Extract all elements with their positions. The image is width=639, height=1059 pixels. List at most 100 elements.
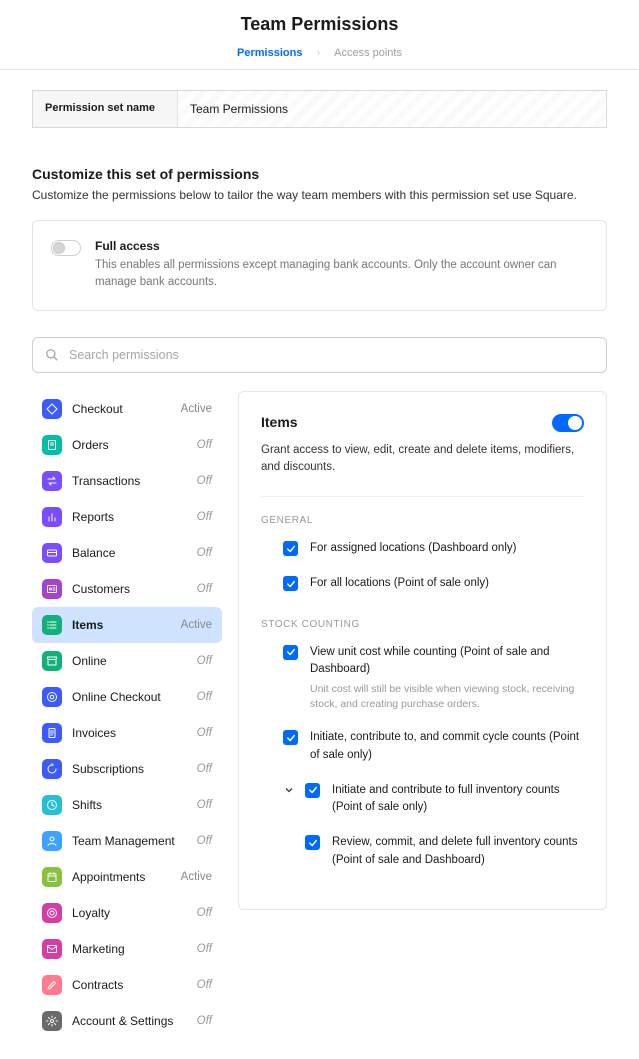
sidebar-item-label: Subscriptions [72, 762, 187, 776]
sidebar-item-label: Appointments [72, 870, 171, 884]
chevron-right-icon: › [316, 47, 320, 59]
full-access-card: Full access This enables all permissions… [32, 220, 607, 311]
sidebar-item-label: Team Management [72, 834, 187, 848]
permission-checkbox[interactable] [283, 645, 298, 660]
sidebar-item-items[interactable]: ItemsActive [32, 607, 222, 643]
sidebar-item-shifts[interactable]: Shifts Off [32, 787, 222, 823]
category-sidebar: CheckoutActiveOrdersOffTransactionsOffRe… [32, 391, 222, 1039]
sidebar-item-label: Reports [72, 510, 187, 524]
cal-icon [42, 867, 62, 887]
gear-icon [42, 1011, 62, 1031]
swap-icon [42, 471, 62, 491]
permission-checkbox[interactable] [283, 730, 298, 745]
sidebar-item-status: Off [197, 511, 212, 523]
sidebar-item-status: Off [197, 1015, 212, 1027]
mail-icon [42, 939, 62, 959]
sidebar-item-status: Off [197, 763, 212, 775]
sidebar-item-online-checkout[interactable]: Online CheckoutOff [32, 679, 222, 715]
search-input[interactable] [69, 348, 594, 362]
sidebar-item-status: Off [197, 583, 212, 595]
sidebar-item-label: Checkout [72, 402, 171, 416]
sidebar-item-balance[interactable]: BalanceOff [32, 535, 222, 571]
full-access-toggle[interactable] [51, 240, 81, 256]
permission-checkbox[interactable] [283, 576, 298, 591]
sidebar-item-status: Off [197, 691, 212, 703]
list-icon [42, 615, 62, 635]
customize-subtitle: Customize the permissions below to tailo… [32, 188, 607, 202]
permission-checkbox[interactable] [305, 835, 320, 850]
sidebar-item-status: Off [197, 799, 212, 811]
sidebar-item-label: Shifts [72, 798, 187, 812]
permission-row: Initiate, contribute to, and commit cycl… [283, 729, 584, 764]
sidebar-item-status: Off [197, 979, 212, 991]
pen-icon [42, 975, 62, 995]
doc-icon [42, 723, 62, 743]
sidebar-item-orders[interactable]: OrdersOff [32, 427, 222, 463]
idcard-icon [42, 579, 62, 599]
sidebar-item-label: Contracts [72, 978, 187, 992]
target-icon [42, 903, 62, 923]
sidebar-item-contracts[interactable]: Contracts Off [32, 967, 222, 1003]
sidebar-item-invoices[interactable]: InvoicesOff [32, 715, 222, 751]
sidebar-item-label: Account & Settings [72, 1014, 187, 1028]
permission-checkbox[interactable] [283, 541, 298, 556]
permission-row: For assigned locations (Dashboard only) [283, 540, 584, 557]
sidebar-item-reports[interactable]: Reports Off [32, 499, 222, 535]
sidebar-item-status: Off [197, 943, 212, 955]
cardmini-icon [42, 543, 62, 563]
sidebar-item-status: Active [181, 403, 212, 415]
sidebar-item-status: Off [197, 835, 212, 847]
receipt-icon [42, 435, 62, 455]
sidebar-item-label: Transactions [72, 474, 187, 488]
clock-icon [42, 795, 62, 815]
sidebar-item-label: Marketing [72, 942, 187, 956]
sidebar-item-appointments[interactable]: Appointments Active [32, 859, 222, 895]
chevron-down-icon[interactable] [283, 784, 295, 796]
sidebar-item-status: Off [197, 907, 212, 919]
sidebar-item-marketing[interactable]: Marketing Off [32, 931, 222, 967]
tab-access-points[interactable]: Access points [334, 47, 402, 59]
tab-permissions[interactable]: Permissions [237, 47, 302, 59]
sidebar-item-status: Off [197, 475, 212, 487]
full-access-title: Full access [95, 239, 588, 253]
person-icon [42, 831, 62, 851]
search-icon [45, 348, 59, 362]
permission-set-name-field: Permission set name Team Permissions [32, 90, 607, 128]
sidebar-item-loyalty[interactable]: Loyalty Off [32, 895, 222, 931]
sidebar-item-transactions[interactable]: Transactions Off [32, 463, 222, 499]
sidebar-item-account-settings[interactable]: Account & Settings Off [32, 1003, 222, 1039]
cycle-icon [42, 759, 62, 779]
sidebar-item-online[interactable]: OnlineOff [32, 643, 222, 679]
permission-checkbox[interactable] [305, 783, 320, 798]
diamond-icon [42, 399, 62, 419]
sidebar-item-status: Off [197, 439, 212, 451]
sidebar-item-team-management[interactable]: Team Management Off [32, 823, 222, 859]
permission-detail-card: Items Grant access to view, edit, create… [238, 391, 607, 910]
sidebar-item-status: Active [181, 871, 212, 883]
permission-label: For assigned locations (Dashboard only) [310, 540, 584, 557]
permission-label: Initiate, contribute to, and commit cycl… [310, 729, 584, 764]
customize-title: Customize this set of permissions [32, 166, 607, 182]
sidebar-item-label: Loyalty [72, 906, 187, 920]
permission-group-label: GENERAL [261, 515, 584, 526]
permission-help-text: Unit cost will still be visible when vie… [310, 682, 584, 711]
search-permissions[interactable] [32, 337, 607, 373]
sidebar-item-subscriptions[interactable]: Subscriptions Off [32, 751, 222, 787]
permission-label: For all locations (Point of sale only) [310, 575, 584, 592]
sidebar-item-checkout[interactable]: Checkout Active [32, 391, 222, 427]
page-title: Team Permissions [0, 14, 639, 35]
breadcrumb-tabs: Permissions › Access points [0, 47, 639, 59]
store-icon [42, 651, 62, 671]
permission-name-value[interactable]: Team Permissions [178, 91, 606, 127]
permission-row: Review, commit, and delete full inventor… [305, 834, 584, 869]
sidebar-item-status: Off [197, 547, 212, 559]
sidebar-item-customers[interactable]: CustomersOff [32, 571, 222, 607]
detail-description: Grant access to view, edit, create and d… [261, 442, 584, 477]
detail-master-toggle[interactable] [552, 414, 584, 432]
sidebar-item-status: Active [181, 619, 212, 631]
sidebar-item-label: Online [72, 654, 187, 668]
full-access-desc: This enables all permissions except mana… [95, 257, 588, 292]
detail-title: Items [261, 414, 298, 430]
permission-label: Initiate and contribute to full inventor… [332, 782, 584, 817]
permission-row: Initiate and contribute to full inventor… [283, 782, 584, 817]
